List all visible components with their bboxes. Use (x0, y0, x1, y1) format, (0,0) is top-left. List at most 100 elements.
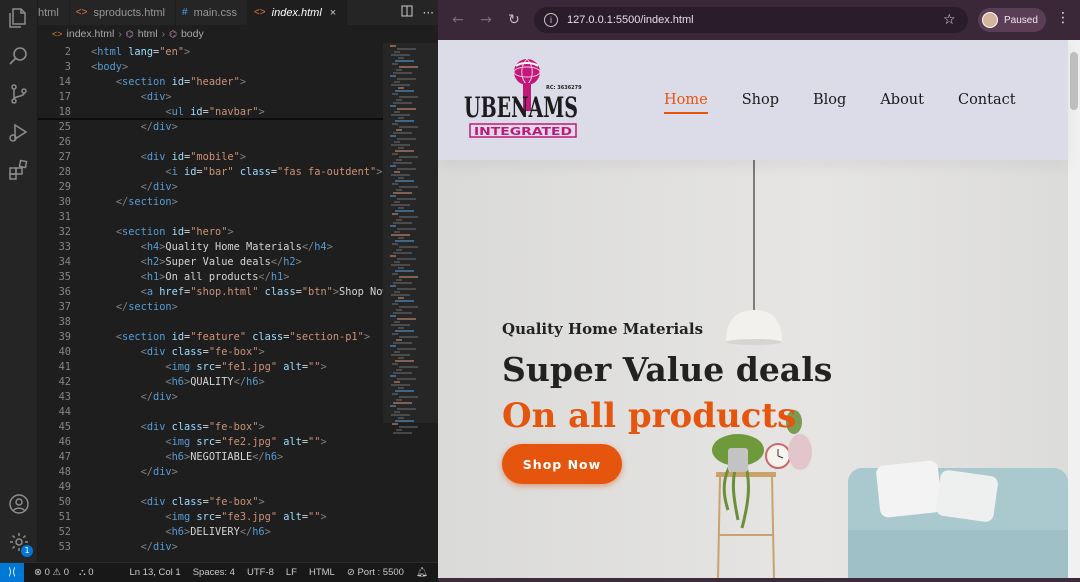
line-code: <h6>NEGOTIABLE</h6> (165, 451, 284, 463)
shop-now-button[interactable]: Shop Now (502, 444, 622, 484)
line-number: 53 (58, 541, 71, 553)
end-of-line[interactable]: LF (286, 567, 297, 578)
nav-link-about[interactable]: About (880, 92, 924, 108)
code-line[interactable]: 33 <h4>Quality Home Materials</h4> (38, 240, 383, 255)
code-line[interactable]: 53 </div> (38, 540, 383, 555)
code-line[interactable]: 52 <h6>DELIVERY</h6> (38, 525, 383, 540)
code-line[interactable]: 41 <img src="fe1.jpg" alt=""> (38, 360, 383, 375)
nav-link-home[interactable]: Home (664, 92, 708, 114)
tab-html[interactable]: html (38, 0, 70, 25)
minimap-line (398, 297, 404, 299)
extensions-icon[interactable] (7, 158, 31, 182)
code-line[interactable]: 3 <body> (38, 60, 383, 75)
code-line[interactable]: 46 <img src="fe2.jpg" alt=""> (38, 435, 383, 450)
minimap-line (398, 387, 404, 389)
code-line[interactable]: 30 </section> (38, 195, 383, 210)
code-line[interactable]: 48 </div> (38, 465, 383, 480)
code-line[interactable]: 31 (38, 210, 383, 225)
code-line[interactable]: 43 </div> (38, 390, 383, 405)
minimap-line (391, 144, 410, 146)
nav-link-blog[interactable]: Blog (813, 92, 846, 108)
code-line[interactable]: 45 <div class="fe-box"> (38, 420, 383, 435)
line-code: <img src="fe2.jpg" alt=""> (165, 436, 327, 448)
breadcrumb-item-html[interactable]: html (138, 28, 158, 40)
code-line[interactable]: 42 <h6>QUALITY</h6> (38, 375, 383, 390)
page-scrollbar-thumb[interactable] (1070, 52, 1078, 110)
code-line[interactable]: 17 <div> (38, 90, 383, 105)
tab-sproducts-html[interactable]: <> sproducts.html (70, 0, 176, 25)
back-arrow-icon[interactable]: ← (444, 12, 472, 28)
profile-button[interactable]: Paused (978, 8, 1046, 32)
remote-indicator-icon[interactable]: ⟩⟨ (0, 562, 24, 582)
minimap-line (393, 102, 412, 104)
indentation[interactable]: Spaces: 4 (193, 567, 235, 578)
code-line[interactable]: 34 <h2>Super Value deals</h2> (38, 255, 383, 270)
code-line[interactable]: 26 (38, 135, 383, 150)
ports-indicator[interactable]: ⛬ 0 (79, 567, 94, 578)
minimap[interactable] (390, 43, 428, 562)
minimap-line (398, 327, 404, 329)
code-line[interactable]: 51 <img src="fe3.jpg" alt=""> (38, 510, 383, 525)
breadcrumb-item-body[interactable]: body (181, 28, 204, 40)
split-editor-icon[interactable] (401, 5, 413, 20)
explorer-icon[interactable] (7, 6, 31, 30)
code-line[interactable]: 27 <div id="mobile"> (38, 150, 383, 165)
source-control-icon[interactable] (7, 82, 31, 106)
code-line[interactable]: 32 <section id="hero"> (38, 225, 383, 240)
tab-index-html[interactable]: <> index.html × (247, 0, 348, 25)
cursor-position[interactable]: Ln 13, Col 1 (129, 567, 180, 578)
code-editor[interactable]: 2 <html lang="en"> 3 <body> 14 <section id="… (38, 43, 438, 562)
line-code: <section id="feature" class="section-p1"… (115, 331, 371, 343)
code-line[interactable]: 49 (38, 480, 383, 495)
search-icon[interactable] (7, 44, 31, 68)
code-line[interactable]: 2 <html lang="en"> (38, 45, 383, 60)
code-line[interactable]: 50 <div class="fe-box"> (38, 495, 383, 510)
code-line[interactable]: 29 </div> (38, 180, 383, 195)
minimap-line (390, 45, 396, 47)
code-line[interactable]: 37 </section> (38, 300, 383, 315)
address-bar[interactable]: i 127.0.0.1:5500/index.html (534, 7, 968, 33)
tab-main-css[interactable]: # main.css (176, 0, 248, 25)
code-line[interactable]: 14 <section id="header"> (38, 75, 383, 90)
page-scrollbar[interactable] (1068, 40, 1080, 578)
problems-indicator[interactable]: ⊗ 0 ⚠ 0 (34, 567, 69, 578)
code-line[interactable]: 28 <i id="bar" class="fas fa-outdent"></… (38, 165, 383, 180)
code-line[interactable]: 47 <h6>NEGOTIABLE</h6> (38, 450, 383, 465)
settings-gear-icon[interactable]: 1 (7, 530, 33, 557)
navbar: Home Shop Blog About Contact (664, 92, 1050, 114)
browser-menu-icon[interactable]: ⋮ (1056, 10, 1070, 26)
encoding[interactable]: UTF-8 (247, 567, 274, 578)
code-line[interactable]: 25 </div> (38, 120, 383, 135)
activity-bar: 1 (0, 0, 38, 562)
forward-arrow-icon[interactable]: → (472, 12, 500, 28)
minimap-line (397, 318, 416, 320)
code-line[interactable]: 35 <h1>On all products</h1> (38, 270, 383, 285)
nav-link-shop[interactable]: Shop (742, 92, 779, 108)
account-icon[interactable] (7, 492, 31, 516)
code-line[interactable]: 40 <div class="fe-box"> (38, 345, 383, 360)
code-line[interactable]: 44 (38, 405, 383, 420)
code-line[interactable]: 39 <section id="feature" class="section-… (38, 330, 383, 345)
ubenams-logo[interactable]: RC: 3636279 UBENAMS INTEGRATED (464, 56, 584, 141)
minimap-line (391, 84, 410, 86)
site-header: RC: 3636279 UBENAMS INTEGRATED Home Shop… (438, 40, 1068, 160)
minimap-line (396, 429, 402, 431)
close-tab-icon[interactable]: × (330, 7, 336, 19)
notifications-bell-icon[interactable]: 🔔︎ (416, 567, 428, 578)
live-server-port[interactable]: ⊘ Port : 5500 (347, 567, 404, 578)
language-mode[interactable]: HTML (309, 567, 335, 578)
run-debug-icon[interactable] (7, 120, 31, 144)
site-info-icon[interactable]: i (544, 13, 558, 27)
minimap-line (390, 255, 396, 257)
tab-label: html (38, 6, 59, 19)
line-code: <img src="fe1.jpg" alt=""> (165, 361, 327, 373)
more-actions-icon[interactable]: ··· (423, 6, 434, 20)
reload-icon[interactable]: ↻ (500, 12, 528, 28)
minimap-line (390, 195, 396, 197)
nav-link-contact[interactable]: Contact (958, 92, 1016, 108)
line-number: 52 (58, 526, 71, 538)
code-line[interactable]: 38 (38, 315, 383, 330)
bookmark-star-icon[interactable]: ☆ (943, 12, 956, 28)
code-line[interactable]: 36 <a href="shop.html" class="btn">Shop … (38, 285, 383, 300)
breadcrumb-item-file[interactable]: index.html (67, 28, 115, 40)
